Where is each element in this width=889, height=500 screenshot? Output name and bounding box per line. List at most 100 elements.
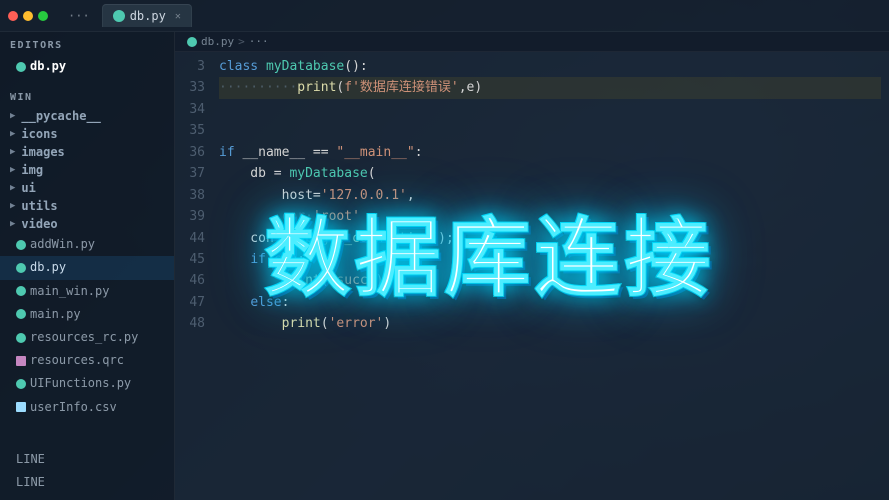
plain-indent-37: db = (219, 163, 289, 184)
python-icon (16, 309, 26, 319)
close-window-button[interactable] (8, 11, 18, 21)
folder-icons-label: icons (21, 127, 57, 141)
dots-39: cor· (282, 206, 313, 227)
str-main: "__main__" (336, 142, 414, 163)
folder-arrow-icon: ▶ (10, 165, 15, 175)
plain-indent-48 (219, 313, 282, 334)
folder-arrow-icon: ▶ (10, 183, 15, 193)
code-content[interactable]: 3 33 34 35 36 37 38 39 44 45 46 47 48 (175, 52, 889, 500)
line-num-33: 33 (183, 77, 205, 98)
str-root: 'root' (313, 206, 360, 227)
line-num-36: 36 (183, 142, 205, 163)
folder-img[interactable]: ▶ img (0, 161, 174, 179)
file-resourcesqrc-label: resources.qrc (30, 351, 124, 370)
str-fstring: f'数据库连接错误' (344, 77, 458, 98)
folder-images[interactable]: ▶ images (0, 143, 174, 161)
file-resourcesrcpy[interactable]: resources_rc.py (0, 326, 174, 349)
code-line-34 (219, 99, 881, 120)
code-line-48: print('error') (219, 313, 881, 334)
win-section-title: WIN (0, 84, 174, 107)
line-num-35: 35 (183, 120, 205, 141)
file-type-icon (113, 10, 125, 22)
file-mainwinpy[interactable]: main_win.py (0, 280, 174, 303)
breadcrumb-dots: ··· (249, 35, 269, 48)
folder-ui[interactable]: ▶ ui (0, 179, 174, 197)
file-uifunctionspy[interactable]: UIFunctions.py (0, 372, 174, 395)
status-line2-label: LINE (16, 473, 45, 492)
folder-arrow-icon: ▶ (10, 147, 15, 157)
fn-print-48: print (282, 313, 321, 334)
folder-pycache[interactable]: ▶ __pycache__ (0, 107, 174, 125)
plain-comma-38: , (407, 185, 415, 206)
plain-paren-close-48: ) (383, 313, 391, 334)
line-num-47: 47 (183, 292, 205, 313)
python-file-icon (16, 62, 26, 72)
active-tab[interactable]: db.py ✕ (102, 4, 192, 27)
tab-close-button[interactable]: ✕ (175, 11, 181, 22)
sidebar: EDITORS db.py WIN ▶ __pycache__ ▶ icons … (0, 32, 175, 500)
line-num-45: 45 (183, 249, 205, 270)
file-resourcesqrc[interactable]: resources.qrc (0, 349, 174, 372)
plain-indent-38: host= (219, 185, 321, 206)
sidebar-bottom: LINE LINE (0, 442, 174, 500)
editors-section-title: EDITORS (0, 32, 174, 55)
title-bar: ··· db.py ✕ (0, 0, 889, 32)
window-controls (8, 11, 48, 21)
cn-mydatabase-37: myDatabase (289, 163, 367, 184)
python-icon (16, 263, 26, 273)
code-line-36: if __name__ == "__main__": (219, 142, 881, 163)
dots-indent: ·········· (219, 77, 297, 98)
code-line-39: cor·'root' (219, 206, 881, 227)
folder-utils[interactable]: ▶ utils (0, 197, 174, 215)
plain-indent-44: con = db. (219, 228, 321, 249)
tab-ellipsis[interactable]: ··· (62, 9, 96, 23)
kw-class: class (219, 56, 266, 77)
str-host: '127.0.0.1' (321, 185, 407, 206)
status-line1-label: LINE (16, 450, 45, 469)
code-line-46: print('succ') (219, 270, 881, 291)
line-num-37: 37 (183, 163, 205, 184)
line-num-44: 44 (183, 228, 205, 249)
file-addwinpy[interactable]: addWin.py (0, 233, 174, 256)
folder-icons[interactable]: ▶ icons (0, 125, 174, 143)
plain-indent-46 (219, 270, 282, 291)
file-userinfocsv-label: userInfo.csv (30, 398, 117, 417)
tab-filename: db.py (130, 9, 166, 23)
fn-print: print (297, 77, 336, 98)
folder-arrow-icon: ▶ (10, 201, 15, 211)
folder-video[interactable]: ▶ video (0, 215, 174, 233)
plain-paren-close-46: ) (376, 270, 384, 291)
line-num-46: 46 (183, 270, 205, 291)
file-resourcesrcpy-label: resources_rc.py (30, 328, 138, 347)
plain-parens: (): (344, 56, 367, 77)
file-dbpy-label: db.py (30, 258, 66, 277)
file-mainwinpy-label: main_win.py (30, 282, 109, 301)
file-uifunctionspy-label: UIFunctions.py (30, 374, 131, 393)
code-line-45: if con: (219, 249, 881, 270)
line-num-48: 48 (183, 313, 205, 334)
maximize-window-button[interactable] (38, 11, 48, 21)
plain-con: con: (274, 249, 305, 270)
python-icon (16, 240, 26, 250)
fn-getconn: get_connection (321, 228, 431, 249)
file-dbpy[interactable]: db.py (0, 256, 174, 279)
file-userinfocsy[interactable]: userInfo.csv (0, 396, 174, 419)
fn-print-46: print (282, 270, 321, 291)
code-line-44: con = db.get_connection(); (219, 228, 881, 249)
kw-else-47: else (250, 292, 281, 313)
file-mainpy-label: main.py (30, 305, 81, 324)
folder-arrow-icon: ▶ (10, 219, 15, 229)
breadcrumb-separator: > (238, 35, 245, 48)
code-line-37: db = myDatabase( (219, 163, 881, 184)
win-section: WIN (0, 84, 174, 107)
plain-dunder-name: __name__ == (242, 142, 336, 163)
status-line1: LINE (0, 448, 174, 471)
minimize-window-button[interactable] (23, 11, 33, 21)
plain-colon-36: : (415, 142, 423, 163)
sidebar-editor-dbpy[interactable]: db.py (0, 55, 174, 78)
line-numbers: 3 33 34 35 36 37 38 39 44 45 46 47 48 (175, 56, 211, 496)
plain-indent-47 (219, 292, 250, 313)
code-lines[interactable]: class myDatabase(): ··········print(f'数据… (211, 56, 889, 496)
file-mainpy[interactable]: main.py (0, 303, 174, 326)
str-succ: 'succ' (329, 270, 376, 291)
